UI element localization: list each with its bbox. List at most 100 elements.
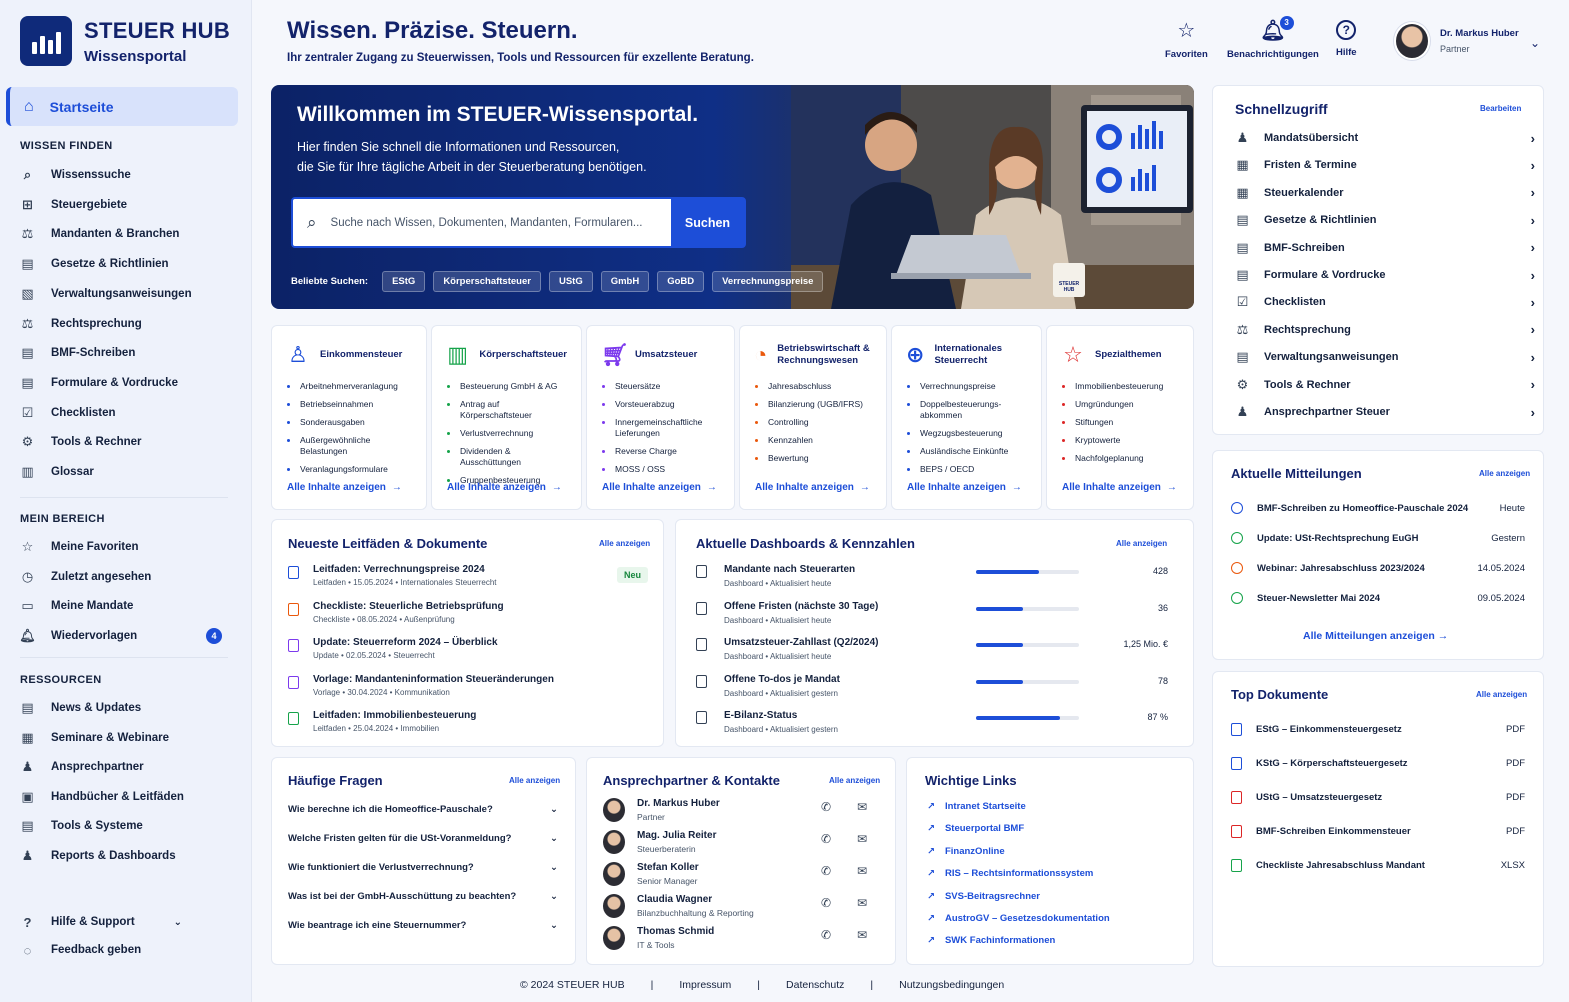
quick-access-item[interactable]: ▤ Formulare & Vordrucke › (1235, 265, 1535, 285)
category-item[interactable]: Antrag auf Körperschaftsteuer (446, 399, 567, 421)
nav-item-wiedervorlagen[interactable]: 🔔︎ Wiedervorlagen 4 (19, 623, 230, 649)
top-doc-item[interactable]: UStG – Umsatzsteuergesetz PDF (1231, 791, 1525, 804)
doc-row[interactable]: Checkliste: Steuerliche Betriebsprüfung C… (288, 601, 504, 624)
category-card[interactable]: ⊕ Internationales Steuerrecht Verrechnungs… (891, 325, 1042, 510)
quick-access-item[interactable]: ▦ Steuerkalender › (1235, 183, 1535, 203)
kpi-row[interactable]: E-Bilanz-Status Dashboard • Aktualisiert … (696, 710, 1176, 740)
favorites-button[interactable]: ☆ Favoriten (1165, 20, 1208, 60)
category-more-link[interactable]: Alle Inhalte anzeigen → (602, 482, 717, 493)
category-item[interactable]: Kryptowerte (1061, 435, 1179, 446)
category-more-link[interactable]: Alle Inhalte anzeigen → (1062, 482, 1177, 493)
doc-row[interactable]: Leitfaden: Verrechnungspreise 2024 Leitfa… (288, 564, 497, 587)
category-more-link[interactable]: Alle Inhalte anzeigen → (755, 482, 870, 493)
search-button[interactable]: Suchen (671, 199, 744, 246)
user-name[interactable]: Dr. Markus Huber (1440, 28, 1519, 39)
category-item[interactable]: Ausländische Einkünfte (906, 446, 1027, 457)
top-doc-item[interactable]: Checkliste Jahresabschluss Mandant XLSX (1231, 859, 1525, 872)
category-item[interactable]: Bewertung (754, 453, 872, 464)
category-item[interactable]: Controlling (754, 417, 872, 428)
category-item[interactable]: Stiftungen (1061, 417, 1179, 428)
nav-item-checklisten[interactable]: ☑ Checklisten (20, 400, 230, 426)
category-card[interactable]: ☆ Spezialthemen Immobilienbesteuerung Umgrü… (1046, 325, 1194, 510)
nav-item-glossar[interactable]: ▥ Glossar (20, 459, 230, 485)
faq-item[interactable]: Was ist bei der GmbH-Ausschüttung zu bea… (288, 891, 558, 902)
category-item[interactable]: Besteuerung GmbH & AG (446, 381, 567, 392)
nav-item-startseite[interactable]: ⌂ Startseite (6, 87, 238, 126)
category-card[interactable]: ▥ Körperschaftsteuer Besteuerung GmbH & AG… (431, 325, 582, 510)
news-item[interactable]: Webinar: Jahresabschluss 2023/2024 14.05.… (1231, 562, 1525, 574)
category-item[interactable]: Verlustverrechnung (446, 428, 567, 439)
footer-datenschutz-link[interactable]: Datenschutz (786, 979, 844, 991)
important-link[interactable]: ↗ RIS – Rechtsinformationssystem (927, 868, 1093, 879)
mail-icon[interactable]: ✉ (857, 928, 867, 942)
kpi-row[interactable]: Umsatzsteuer-Zahllast (Q2/2024) Dashboard… (696, 637, 1176, 667)
popular-chip[interactable]: Verrechnungspreise (712, 271, 824, 292)
top-doc-item[interactable]: BMF-Schreiben Einkommensteuer PDF (1231, 825, 1525, 838)
category-item[interactable]: Steuersätze (601, 381, 720, 392)
nav-item-gesetze-richtlinien[interactable]: ▤ Gesetze & Richtlinien (20, 251, 230, 277)
quick-access-item[interactable]: ☑ Checklisten › (1235, 292, 1535, 312)
category-more-link[interactable]: Alle Inhalte anzeigen → (907, 482, 1022, 493)
phone-icon[interactable]: ✆ (821, 896, 831, 910)
nav-item-bmf-schreiben[interactable]: ▤ BMF-Schreiben (20, 340, 230, 366)
notifications-button[interactable]: 🔔︎ 3 Benachrichtigungen (1227, 16, 1319, 60)
quick-access-item[interactable]: ▦ Fristen & Termine › (1235, 155, 1535, 175)
category-item[interactable]: Wegzugsbesteuerung (906, 428, 1027, 439)
quick-access-item[interactable]: ▤ Gesetze & Richtlinien › (1235, 210, 1535, 230)
category-item[interactable]: Dividenden & Ausschüttungen (446, 446, 567, 468)
footer-nutzung-link[interactable]: Nutzungsbedingungen (899, 979, 1004, 991)
nav-help-support[interactable]: ? Hilfe & Support ⌄ (20, 909, 230, 935)
faq-item[interactable]: Wie funktioniert die Verlustverrechnung?… (288, 862, 558, 873)
quick-access-item[interactable]: ♟ Ansprechpartner Steuer › (1235, 402, 1535, 422)
category-item[interactable]: Vorsteuerabzug (601, 399, 720, 410)
nav-item-wissenssuche[interactable]: ⌕ Wissenssuche (20, 162, 230, 188)
help-button[interactable]: ? Hilfe (1336, 20, 1357, 58)
faq-item[interactable]: Wie beantrage ich eine Steuernummer? ⌄ (288, 920, 558, 931)
nav-item-seminare-webinare[interactable]: ▦ Seminare & Webinare (20, 725, 230, 751)
category-item[interactable]: Veranlagungsformulare (286, 464, 412, 475)
popular-chip[interactable]: EStG (382, 271, 426, 292)
mail-icon[interactable]: ✉ (857, 864, 867, 878)
category-item[interactable]: Immobilienbesteuerung (1061, 381, 1179, 392)
news-item[interactable]: Update: USt-Rechtsprechung EuGH Gestern (1231, 532, 1525, 544)
mail-icon[interactable]: ✉ (857, 800, 867, 814)
contacts-all-link[interactable]: Alle anzeigen (829, 776, 880, 785)
important-link[interactable]: ↗ Intranet Startseite (927, 801, 1026, 812)
mail-icon[interactable]: ✉ (857, 832, 867, 846)
nav-item-tools-rechner[interactable]: ⚙ Tools & Rechner (20, 429, 230, 455)
popular-chip[interactable]: Körperschaftsteuer (433, 271, 541, 292)
footer-impressum-link[interactable]: Impressum (679, 979, 731, 991)
category-card[interactable]: ♙ Einkommensteuer Arbeitnehmerveranlagung B… (271, 325, 427, 510)
nav-feedback[interactable]: ◌ Feedback geben (20, 937, 230, 963)
category-more-link[interactable]: Alle Inhalte anzeigen → (287, 482, 402, 493)
important-link[interactable]: ↗ AustroGV – Gesetzesdokumentation (927, 913, 1110, 924)
quick-access-item[interactable]: ♟ Mandatsübersicht › (1235, 128, 1535, 148)
nav-item-formulare-vordrucke[interactable]: ▤ Formulare & Vordrucke (20, 370, 230, 396)
mail-icon[interactable]: ✉ (857, 896, 867, 910)
doc-row[interactable]: Vorlage: Mandanteninformation Steuerände… (288, 674, 554, 697)
category-card[interactable]: 🛒︎ Umsatzsteuer Steuersätze Vorsteuerabzug I… (586, 325, 735, 510)
category-item[interactable]: BEPS / OECD (906, 464, 1027, 475)
nav-item-reports-dashboards[interactable]: ♟ Reports & Dashboards (20, 843, 230, 869)
topdocs-all-link[interactable]: Alle anzeigen (1476, 690, 1527, 699)
nav-item-steuergebiete[interactable]: ⊞ Steuergebiete (20, 192, 230, 218)
quick-edit-link[interactable]: Bearbeiten (1480, 104, 1521, 113)
docs-all-link[interactable]: Alle anzeigen (599, 539, 650, 548)
nav-item-ansprechpartner[interactable]: ♟ Ansprechpartner (20, 754, 230, 780)
nav-item-rechtsprechung[interactable]: ⚖ Rechtsprechung (20, 311, 230, 337)
important-link[interactable]: ↗ SWK Fachinformationen (927, 935, 1055, 946)
category-item[interactable]: Jahresabschluss (754, 381, 872, 392)
nav-item-news-updates[interactable]: ▤ News & Updates (20, 695, 230, 721)
faq-all-link[interactable]: Alle anzeigen (509, 776, 560, 785)
phone-icon[interactable]: ✆ (821, 800, 831, 814)
category-item[interactable]: Verrechnungspreise (906, 381, 1027, 392)
category-more-link[interactable]: Alle Inhalte anzeigen → (447, 482, 562, 493)
category-item[interactable]: MOSS / OSS (601, 464, 720, 475)
category-item[interactable]: Sonderausgaben (286, 417, 412, 428)
popular-chip[interactable]: GoBD (657, 271, 705, 292)
category-item[interactable]: Doppelbesteuerungs-abkommen (906, 399, 1027, 421)
brand-name[interactable]: STEUER HUB (84, 18, 230, 44)
nav-item-meine-favoriten[interactable]: ☆ Meine Favoriten (20, 534, 230, 560)
category-item[interactable]: Reverse Charge (601, 446, 720, 457)
phone-icon[interactable]: ✆ (821, 928, 831, 942)
